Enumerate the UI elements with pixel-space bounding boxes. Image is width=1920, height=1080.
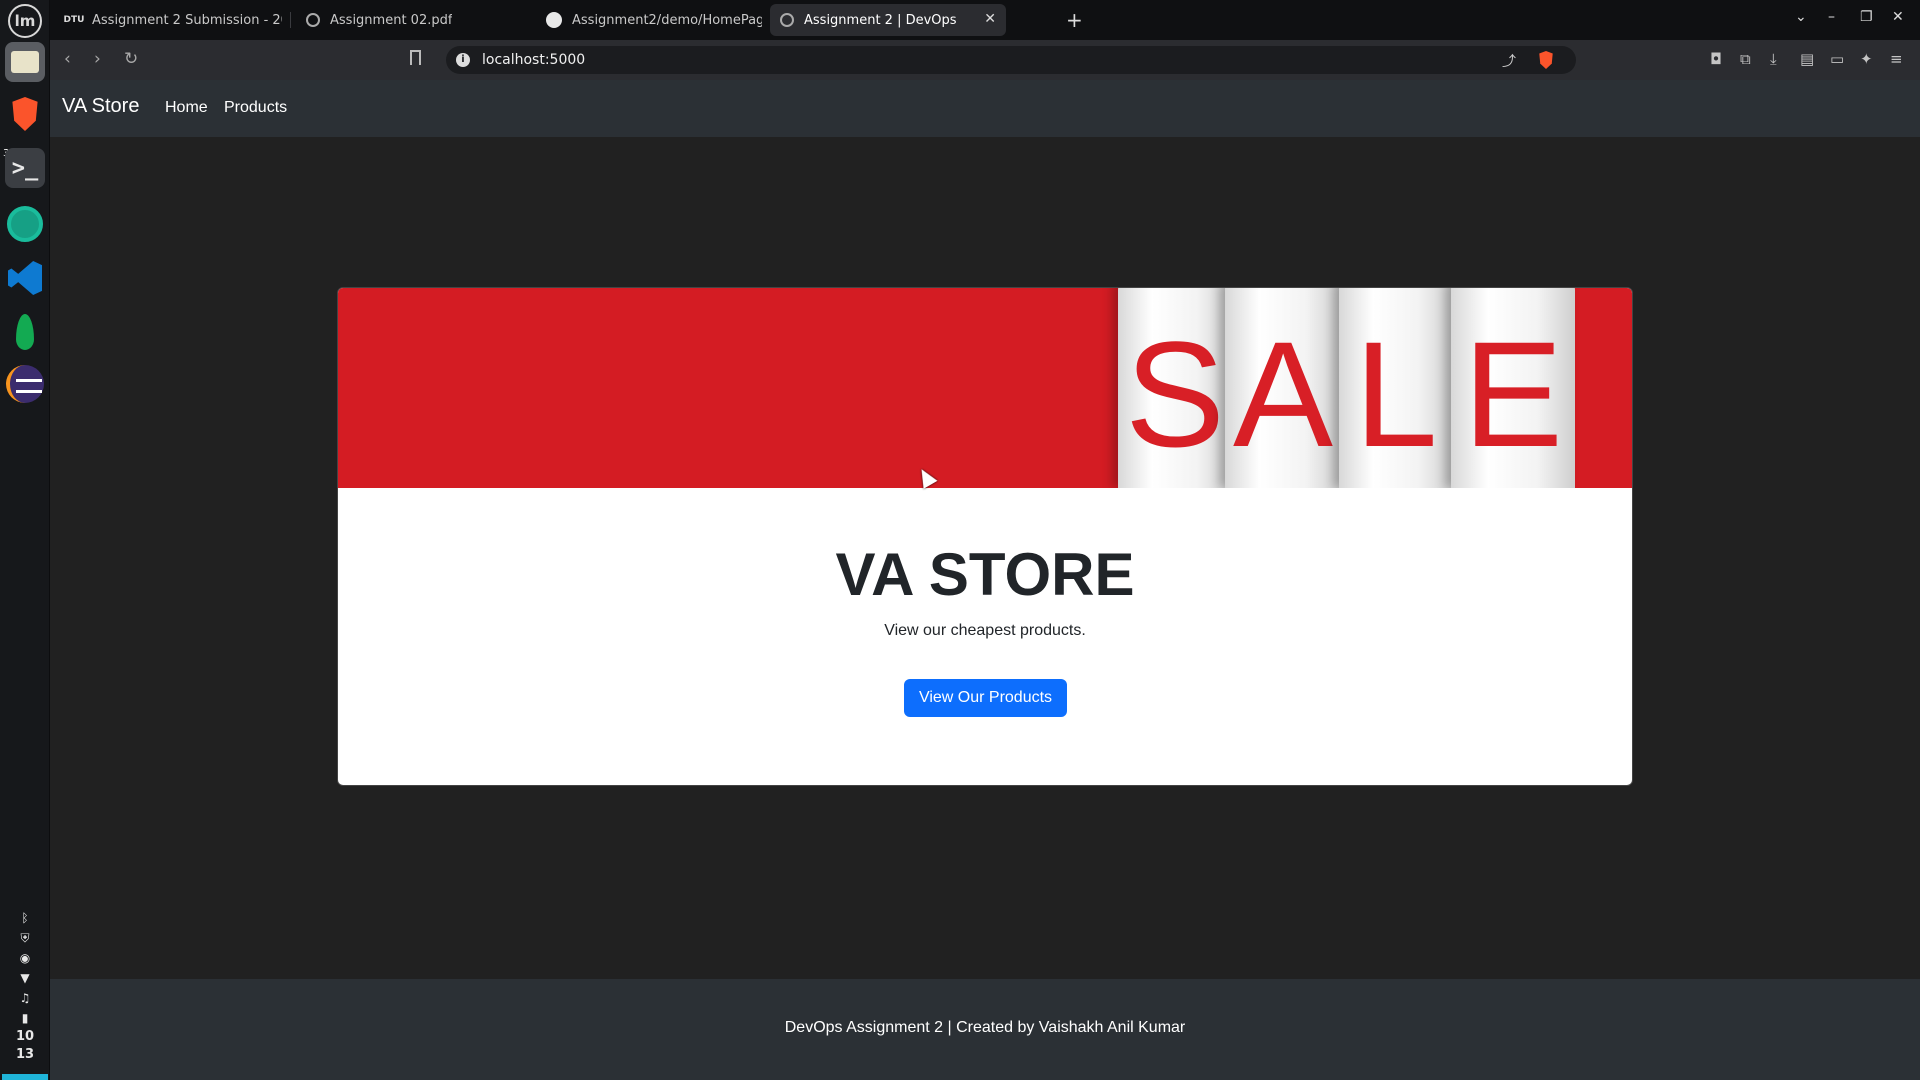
hero-title: VA STORE [835, 541, 1135, 608]
site-info-icon[interactable]: i [456, 53, 470, 67]
sale-letter-block: S [1118, 288, 1232, 488]
footer-text: DevOps Assignment 2 | Created by Vaishak… [784, 1019, 1186, 1036]
wifi-icon[interactable]: ▼ [0, 968, 50, 988]
tab-assignment-pdf[interactable]: Assignment 02.pdf [296, 4, 532, 36]
sale-letter-block: E [1451, 288, 1575, 488]
hero-card: S A L E VA STORE View our cheapest produ… [337, 287, 1633, 786]
hero-card-body: VA STORE View our cheapest products. Vie… [338, 488, 1632, 785]
minimize-window-icon[interactable]: – [1828, 9, 1835, 25]
downloads-icon[interactable]: ⤓ [1770, 50, 1777, 68]
leo-ai-icon[interactable]: ✦ [1860, 50, 1873, 68]
browser-tab-bar: DTU Assignment 2 Submission - 2024 Assig… [50, 0, 1920, 40]
sale-letter: A [1232, 310, 1334, 478]
vpn-icon[interactable]: ◘ [1710, 50, 1722, 68]
close-window-icon[interactable]: ✕ [1892, 9, 1904, 25]
site-navbar: VA Store Home Products [50, 80, 1920, 137]
files-app-icon[interactable] [5, 42, 45, 82]
sale-letter-block: L [1339, 288, 1453, 488]
web-page: VA Store Home Products S A L E VA STORE … [50, 80, 1920, 1080]
vscode-app-icon[interactable] [5, 258, 45, 298]
view-products-button[interactable]: View Our Products [904, 679, 1067, 717]
sale-letter-block: A [1225, 288, 1341, 488]
music-icon[interactable]: ♫ [0, 988, 50, 1008]
extensions-icon[interactable]: ⧉ [1740, 50, 1751, 68]
tab-separator [290, 12, 291, 28]
menu-icon[interactable]: ≡ [1890, 50, 1903, 68]
dtu-favicon-icon: DTU [63, 15, 85, 25]
cpu-icon[interactable]: ◉ [0, 948, 50, 968]
sale-letter: L [1354, 310, 1438, 478]
brave-shields-icon[interactable] [1539, 51, 1553, 69]
globe-favicon-icon [780, 13, 794, 27]
url-text[interactable]: localhost:5000 [482, 52, 585, 68]
bluetooth-icon[interactable]: ᛒ [0, 908, 50, 928]
wallet-icon[interactable]: ▭ [1830, 50, 1844, 68]
tab-title: Assignment 2 Submission - 2024 [92, 12, 282, 28]
mongodb-compass-icon[interactable] [5, 312, 45, 352]
reload-icon[interactable]: ↻ [124, 49, 138, 69]
system-tray: ᛒ ⛨ ◉ ▼ ♫ ▮ 10 13 [0, 908, 50, 1064]
tab-assignment-submission[interactable]: DTU Assignment 2 Submission - 2024 [56, 4, 292, 36]
hero-subtitle: View our cheapest products. [884, 622, 1086, 639]
new-tab-button[interactable]: + [1066, 8, 1083, 32]
sale-letter: S [1124, 310, 1226, 478]
tab-title: Assignment2/demo/HomePage [572, 12, 762, 28]
share-icon[interactable]: ⤴ [1502, 51, 1516, 71]
github-favicon-icon [546, 12, 562, 28]
brand-link[interactable]: VA Store [62, 95, 139, 118]
globe-favicon-icon [306, 13, 320, 27]
sale-letter: E [1462, 310, 1564, 478]
address-bar[interactable]: i localhost:5000 ⤴ [446, 46, 1576, 74]
terminal-app-icon[interactable]: >_ [5, 148, 45, 188]
tab-title: Assignment 2 | DevOps [804, 12, 957, 28]
nav-home-link[interactable]: Home [165, 99, 208, 117]
browser-toolbar: ‹ › ↻ i localhost:5000 ⤴ ◘ ⧉ ⤓ ▤ ▭ ✦ ≡ [50, 40, 1920, 80]
shield-status-icon[interactable]: ⛨ [0, 928, 50, 948]
bookmark-icon[interactable] [410, 50, 421, 65]
forward-icon[interactable]: › [94, 49, 101, 69]
sale-banner-image: S A L E [338, 288, 1632, 488]
restore-window-icon[interactable]: ❐ [1860, 9, 1873, 25]
linux-mint-menu-icon[interactable]: lm [8, 4, 42, 38]
eclipse-app-icon[interactable] [5, 364, 45, 404]
tab-title: Assignment 02.pdf [330, 12, 453, 28]
aperture-app-icon[interactable] [5, 204, 45, 244]
sidebar-icon[interactable]: ▤ [1800, 50, 1814, 68]
tab-github-homepage[interactable]: Assignment2/demo/HomePage [536, 4, 772, 36]
tab-list-chevron-icon[interactable]: ⌄ [1795, 9, 1807, 25]
desktop-dock: lm 3 >_ ᛒ ⛨ ◉ ▼ ♫ ▮ 10 13 [0, 0, 50, 1080]
close-tab-icon[interactable]: ✕ [984, 11, 996, 27]
clock-hour[interactable]: 10 [0, 1028, 50, 1046]
clock-minute[interactable]: 13 [0, 1046, 50, 1064]
back-icon[interactable]: ‹ [64, 49, 71, 69]
nav-products-link[interactable]: Products [224, 99, 287, 117]
dock-indicator-bar [2, 1074, 48, 1080]
tab-devops-active[interactable]: Assignment 2 | DevOps ✕ [770, 4, 1006, 36]
battery-icon[interactable]: ▮ [0, 1008, 50, 1028]
site-footer: DevOps Assignment 2 | Created by Vaishak… [50, 979, 1920, 1080]
brave-browser-icon[interactable] [5, 94, 45, 134]
